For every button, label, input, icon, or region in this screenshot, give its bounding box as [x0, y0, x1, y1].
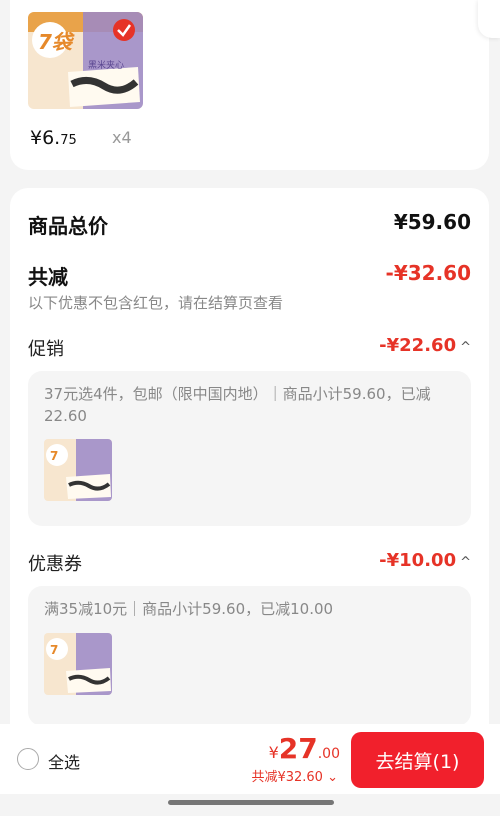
chevron-up-icon[interactable]: ^ [460, 340, 471, 355]
coupon-header[interactable]: 优惠券 -¥10.00 ^ [28, 550, 471, 576]
coupon-value: -¥10.00 ^ [379, 550, 471, 571]
promotion-value: -¥22.60 ^ [379, 335, 471, 356]
discount-detail-toggle[interactable]: 共减¥32.60 ⌄ [251, 766, 338, 785]
discount-label: 共减 [28, 265, 68, 289]
checkout-bar: 全选 ¥27.00 共减¥32.60 ⌄ 去结算(1) [0, 724, 500, 794]
product-thumbnail[interactable]: 7 [44, 439, 112, 501]
total-price: ¥27.00 [268, 732, 340, 765]
total-label: 商品总价 [28, 214, 108, 238]
promotion-label: 促销 [28, 339, 64, 360]
corner-tab [478, 0, 500, 38]
select-all-label[interactable]: 全选 [48, 749, 80, 773]
discount-note: 以下优惠不包含红包，请在结算页查看 [28, 294, 284, 312]
price-summary-card: 商品总价 ¥59.60 共减 -¥32.60 以下优惠不包含红包，请在结算页查看… [10, 188, 489, 748]
total-value: ¥59.60 [393, 210, 471, 234]
product-card: 7袋 黑米夹心 ¥6.75 x4 [10, 0, 489, 170]
product-thumbnail[interactable]: 7 [44, 633, 112, 695]
promotion-panel: 37元选4件，包邮（限中国内地）｜商品小计59.60，已减22.60 7 [28, 371, 471, 526]
product-label: 黑米夹心 [88, 61, 125, 71]
product-quantity: x4 [112, 128, 132, 147]
home-indicator [168, 800, 334, 805]
product-badge: 7袋 [38, 30, 72, 54]
promotion-header[interactable]: 促销 -¥22.60 ^ [28, 335, 471, 361]
coupon-label: 优惠券 [28, 554, 82, 575]
svg-text:7: 7 [50, 449, 58, 463]
chevron-down-icon: ⌄ [327, 770, 338, 785]
svg-text:7: 7 [50, 643, 58, 657]
discount-value: -¥32.60 [385, 261, 471, 285]
checkout-button[interactable]: 去结算(1) [351, 732, 484, 788]
promotion-detail: 37元选4件，包邮（限中国内地）｜商品小计59.60，已减22.60 [44, 385, 431, 425]
chevron-up-icon[interactable]: ^ [460, 555, 471, 570]
discount-row: 共减 -¥32.60 [28, 261, 471, 290]
radio-circle-icon[interactable] [17, 748, 39, 770]
coupon-panel: 满35减10元｜商品小计59.60，已减10.00 7 [28, 586, 471, 726]
total-row: 商品总价 ¥59.60 [28, 210, 471, 239]
coupon-detail: 满35减10元｜商品小计59.60，已减10.00 [44, 600, 334, 618]
product-price: ¥6.75 [30, 127, 77, 149]
